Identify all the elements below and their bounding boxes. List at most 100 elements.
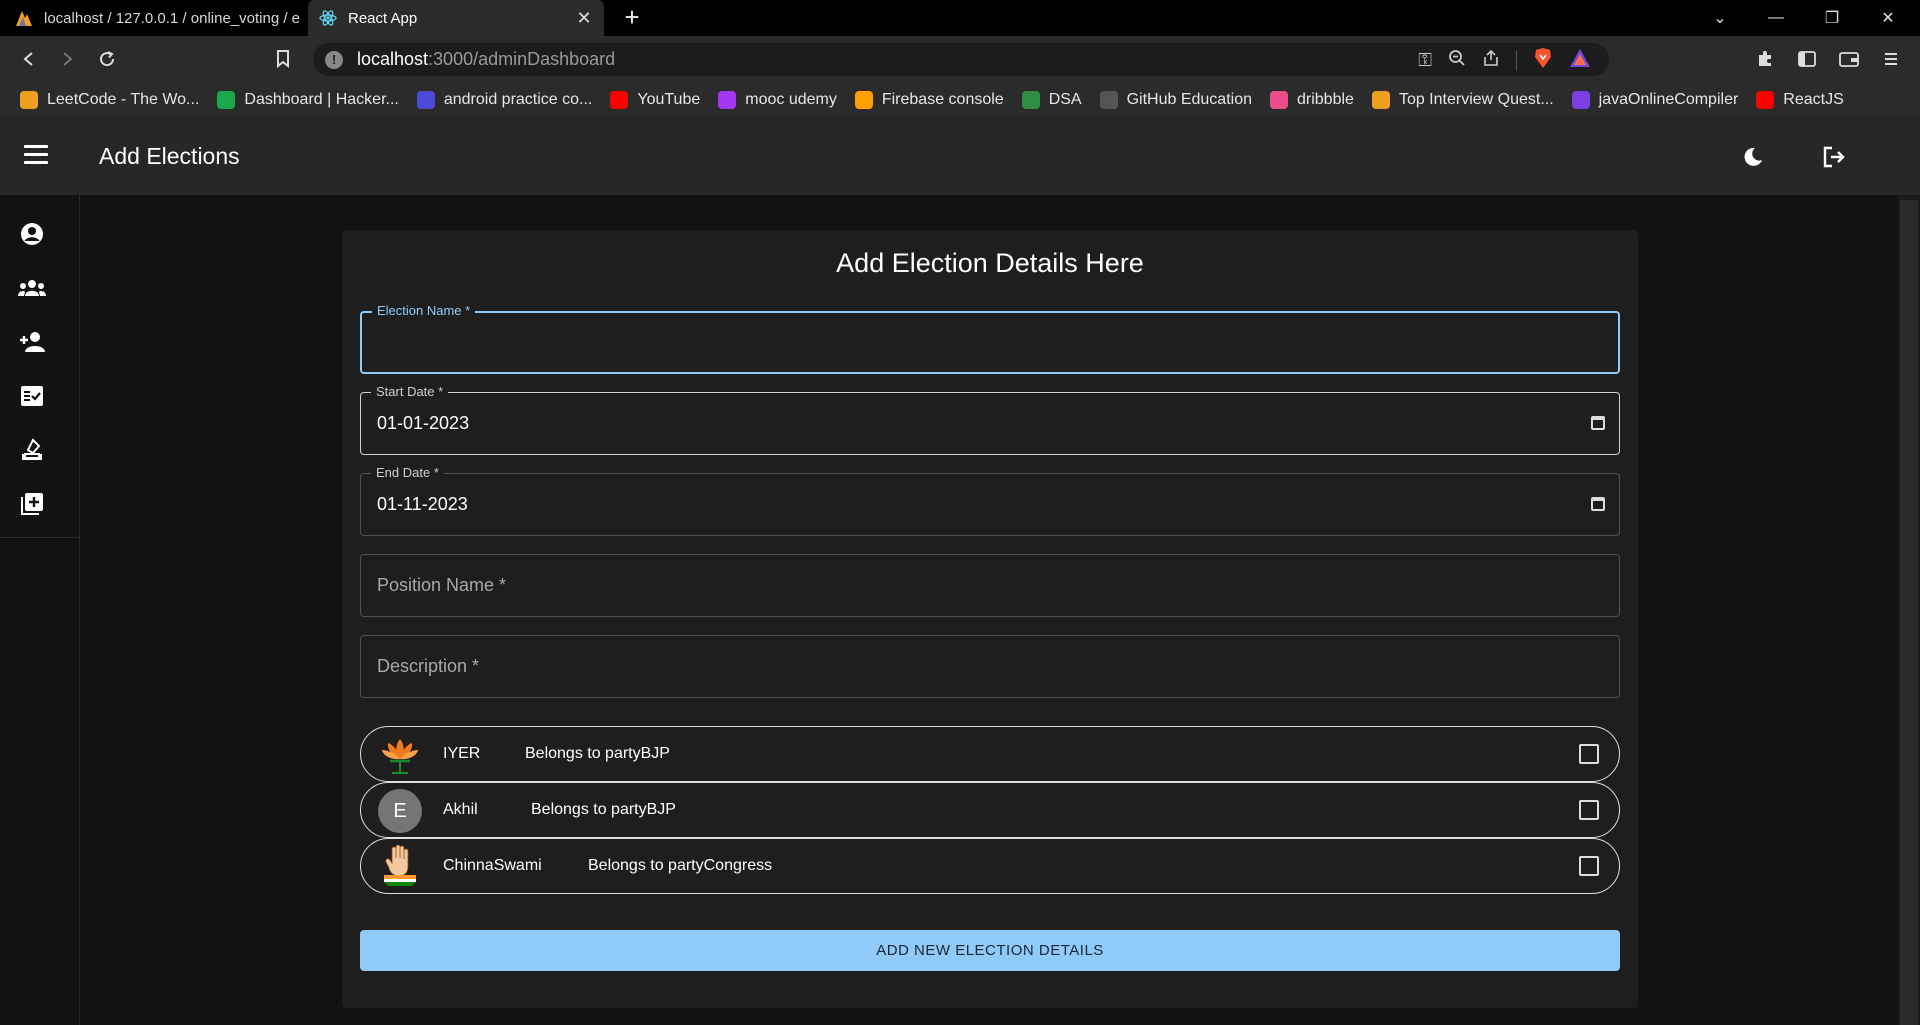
wallet-icon[interactable] bbox=[1836, 46, 1862, 72]
share-icon[interactable] bbox=[1482, 49, 1500, 72]
candidate-party: Belongs to partyBJP bbox=[525, 745, 670, 762]
bookmark-favicon-icon bbox=[217, 91, 236, 109]
extensions-icon[interactable] bbox=[1752, 46, 1778, 72]
bookmark-item[interactable]: DSA bbox=[1021, 91, 1082, 109]
bookmark-item[interactable]: ReactJS bbox=[1756, 91, 1844, 109]
tab-phpmyadmin[interactable]: localhost / 127.0.0.1 / online_voting / … bbox=[0, 0, 308, 36]
bjp-lotus-icon bbox=[378, 733, 422, 777]
close-tab-icon[interactable]: ✕ bbox=[572, 8, 596, 29]
candidate-name: IYER bbox=[443, 745, 481, 762]
tab-title: localhost / 127.0.0.1 / online_voting / … bbox=[44, 9, 301, 27]
bookmark-item[interactable]: Dashboard | Hacker... bbox=[217, 91, 399, 109]
bookmark-favicon-icon bbox=[20, 91, 38, 109]
candidate-checkbox[interactable] bbox=[1579, 744, 1599, 764]
react-icon bbox=[318, 8, 338, 28]
calendar-icon[interactable] bbox=[1591, 497, 1605, 511]
brave-rewards-icon[interactable] bbox=[1569, 48, 1591, 73]
hamburger-menu-icon[interactable] bbox=[24, 145, 48, 165]
bookmark-label: Top Interview Quest... bbox=[1398, 91, 1554, 108]
fact-check-icon[interactable] bbox=[18, 382, 46, 410]
bookmark-item[interactable]: LeetCode - The Wo... bbox=[20, 91, 199, 109]
tab-react-app[interactable]: React App ✕ bbox=[308, 0, 604, 36]
back-icon[interactable] bbox=[14, 44, 44, 74]
account-circle-icon[interactable] bbox=[18, 220, 46, 248]
bookmark-label: Firebase console bbox=[881, 91, 1004, 108]
position-name-field[interactable]: Position Name * bbox=[360, 554, 1620, 617]
bookmark-favicon-icon bbox=[718, 91, 737, 109]
groups-icon[interactable] bbox=[18, 274, 46, 302]
bookmark-icon[interactable] bbox=[268, 44, 298, 74]
zoom-icon[interactable] bbox=[1448, 49, 1466, 72]
address-bar[interactable]: ! localhost:3000/adminDashboard ⚿ bbox=[313, 43, 1609, 76]
candidate-row[interactable]: ChinnaSwami Belongs to partyCongress bbox=[360, 838, 1620, 894]
sidebar-toggle-icon[interactable] bbox=[1794, 46, 1820, 72]
start-date-label: Start Date * bbox=[371, 384, 449, 399]
candidate-checkbox[interactable] bbox=[1579, 856, 1599, 876]
calendar-icon[interactable] bbox=[1591, 416, 1605, 430]
candidate-checkbox[interactable] bbox=[1579, 800, 1599, 820]
bookmark-label: ReactJS bbox=[1783, 91, 1844, 108]
person-add-icon[interactable] bbox=[18, 328, 46, 356]
brave-shields-icon[interactable] bbox=[1533, 47, 1553, 74]
url-path: :3000/adminDashboard bbox=[428, 49, 616, 69]
reload-icon[interactable] bbox=[92, 44, 122, 74]
end-date-field[interactable]: End Date * 01-11-2023 bbox=[360, 465, 1620, 536]
bookmark-item[interactable]: Top Interview Quest... bbox=[1371, 91, 1554, 109]
library-add-icon[interactable] bbox=[18, 490, 46, 518]
bookmark-favicon-icon bbox=[854, 91, 873, 109]
dark-mode-toggle-icon[interactable] bbox=[1736, 140, 1770, 174]
bookmark-item[interactable]: dribbble bbox=[1270, 91, 1354, 109]
bookmark-label: DSA bbox=[1048, 91, 1082, 108]
end-date-label: End Date * bbox=[371, 465, 444, 480]
close-window-icon[interactable]: ✕ bbox=[1860, 0, 1916, 36]
browser-tab-strip: localhost / 127.0.0.1 / online_voting / … bbox=[0, 0, 1920, 36]
url-host: localhost bbox=[357, 49, 429, 69]
how-to-vote-icon[interactable] bbox=[18, 436, 46, 464]
bookmark-label: android practice co... bbox=[443, 91, 593, 108]
bookmark-favicon-icon bbox=[1270, 91, 1288, 109]
end-date-value: 01-11-2023 bbox=[377, 494, 468, 514]
bookmark-item[interactable]: Firebase console bbox=[854, 91, 1004, 109]
side-drawer bbox=[0, 195, 80, 1025]
election-name-field[interactable]: Election Name * bbox=[360, 303, 1620, 374]
restore-icon[interactable]: ❐ bbox=[1804, 0, 1860, 36]
bookmark-item[interactable]: YouTube bbox=[610, 91, 700, 109]
key-icon[interactable]: ⚿ bbox=[1418, 50, 1432, 71]
page-title: Add Elections bbox=[99, 143, 240, 169]
candidate-row[interactable]: IYER Belongs to partyBJP bbox=[360, 726, 1620, 782]
form-heading: Add Election Details Here bbox=[836, 248, 1144, 278]
bookmark-item[interactable]: mooc udemy bbox=[718, 91, 837, 109]
tab-search-icon[interactable]: ⌄ bbox=[1692, 0, 1748, 36]
minimize-icon[interactable]: — bbox=[1748, 0, 1804, 36]
scrollbar-thumb[interactable] bbox=[1900, 200, 1918, 1025]
description-field[interactable]: Description * bbox=[360, 635, 1620, 698]
browser-menu-icon[interactable] bbox=[1878, 46, 1904, 72]
bookmark-label: YouTube bbox=[637, 91, 701, 108]
app-bar: Add Elections bbox=[0, 118, 1920, 195]
add-election-button[interactable]: ADD NEW ELECTION DETAILS bbox=[360, 930, 1620, 971]
phpmyadmin-icon bbox=[14, 8, 34, 28]
candidate-row[interactable]: E Akhil Belongs to partyBJP bbox=[360, 782, 1620, 838]
new-tab-icon[interactable]: + bbox=[620, 2, 644, 33]
divider bbox=[1516, 50, 1517, 71]
forward-icon[interactable] bbox=[52, 44, 82, 74]
bookmark-label: dribbble bbox=[1297, 91, 1354, 108]
bookmark-item[interactable]: javaOnlineCompiler bbox=[1571, 91, 1738, 109]
bookmark-label: mooc udemy bbox=[745, 91, 837, 108]
candidate-name: ChinnaSwami bbox=[443, 857, 542, 874]
bookmark-label: LeetCode - The Wo... bbox=[47, 91, 200, 108]
start-date-field[interactable]: Start Date * 01-01-2023 bbox=[360, 384, 1620, 455]
candidate-name: Akhil bbox=[443, 801, 478, 818]
bookmark-item[interactable]: android practice co... bbox=[416, 91, 593, 109]
bookmark-label: GitHub Education bbox=[1126, 91, 1252, 108]
bookmark-item[interactable]: GitHub Education bbox=[1099, 91, 1252, 109]
candidate-party: Belongs to partyBJP bbox=[531, 801, 676, 818]
bookmark-favicon-icon bbox=[1756, 91, 1775, 109]
election-form-card: Add Election Details Here Election Name … bbox=[342, 230, 1638, 1008]
avatar-letter: E bbox=[378, 789, 422, 833]
site-info-icon[interactable]: ! bbox=[325, 50, 343, 69]
election-name-label: Election Name * bbox=[372, 303, 476, 318]
bookmark-favicon-icon bbox=[610, 91, 629, 109]
candidate-party: Belongs to partyCongress bbox=[588, 857, 773, 874]
logout-icon[interactable] bbox=[1817, 140, 1851, 174]
